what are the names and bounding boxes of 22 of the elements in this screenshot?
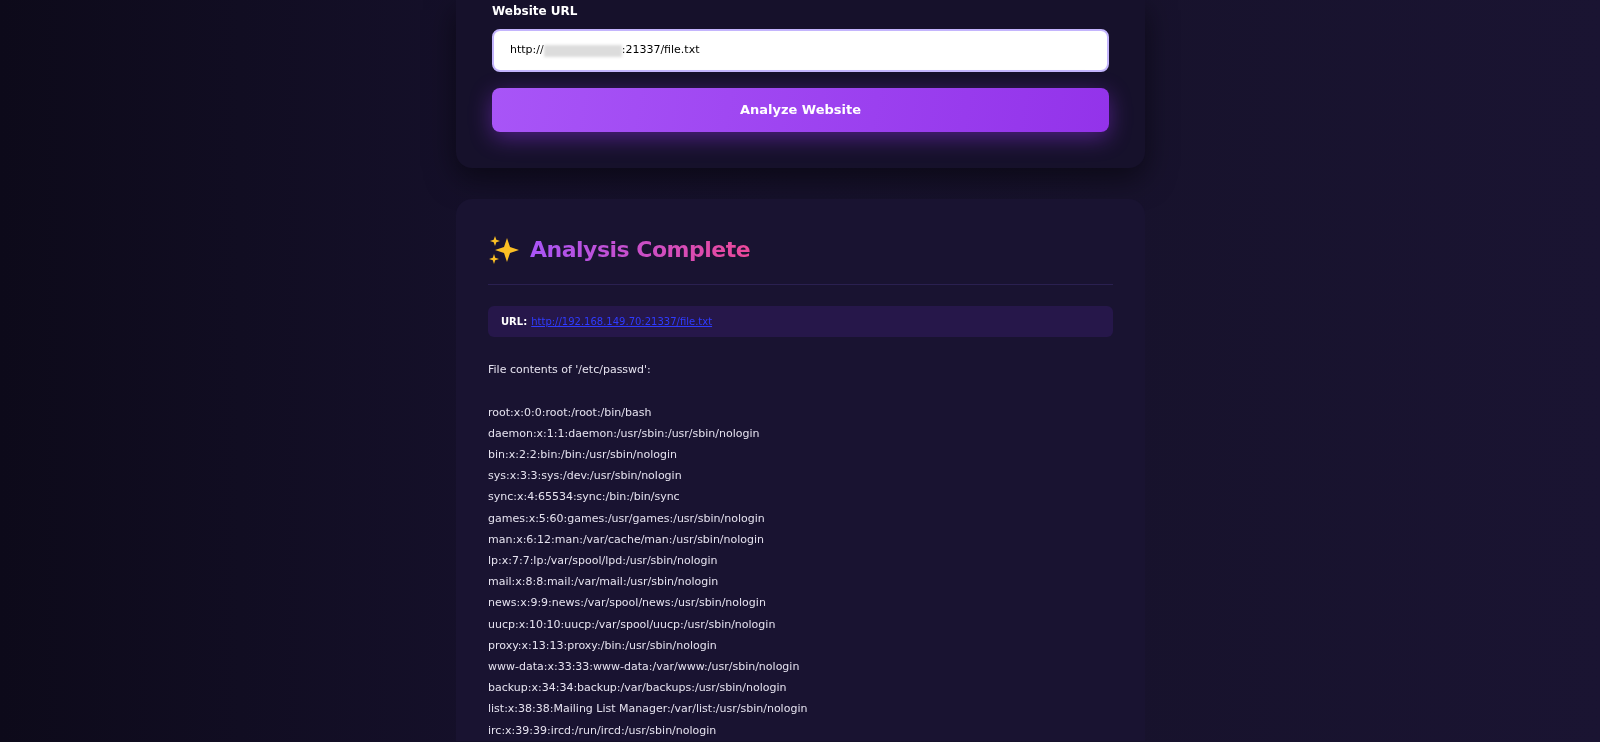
url-input-field[interactable]: http:// :21337/file.txt bbox=[492, 29, 1109, 72]
file-line: irc:x:39:39:ircd:/run/ircd:/usr/sbin/nologin bbox=[488, 722, 717, 739]
file-line: root:x:0:0:root:/root:/bin/bash bbox=[488, 404, 652, 421]
file-line: www-data:x:33:33:www-data:/var/www:/usr/sbin/nologin bbox=[488, 658, 800, 675]
file-line: lp:x:7:7:lp:/var/spool/lpd:/usr/sbin/nologin bbox=[488, 552, 718, 569]
file-line: daemon:x:1:1:daemon:/usr/sbin:/usr/sbin/nologin bbox=[488, 425, 760, 442]
field-label: Website URL bbox=[492, 4, 578, 18]
file-line: sys:x:3:3:sys:/dev:/usr/sbin/nologin bbox=[488, 468, 682, 485]
file-line: news:x:9:9:news:/var/spool/news:/usr/sbin/nologin bbox=[488, 595, 766, 612]
url-label: URL: bbox=[501, 315, 528, 329]
file-line: backup:x:34:34:backup:/var/backups:/usr/sbin/nologin bbox=[488, 680, 787, 697]
file-line: proxy:x:13:13:proxy:/bin:/usr/sbin/nologin bbox=[488, 637, 717, 654]
url-link[interactable]: http://192.168.149.70:21337/file.txt bbox=[531, 314, 713, 329]
analyze-button[interactable]: Analyze Website bbox=[492, 88, 1109, 132]
file-line: games:x:5:60:games:/usr/games:/usr/sbin/nologin bbox=[488, 510, 765, 527]
file-line: sync:x:4:65534:sync:/bin:/bin/sync bbox=[488, 489, 680, 506]
file-contents-intro: File contents of '/etc/passwd': bbox=[488, 362, 651, 378]
file-line: man:x:6:12:man:/var/cache/man:/usr/sbin/nologin bbox=[488, 531, 765, 548]
file-line: uucp:x:10:10:uucp:/var/spool/uucp:/usr/sbin/nologin bbox=[488, 616, 776, 633]
file-line: list:x:38:38:Mailing List Manager:/var/list:/usr/sbin/nologin bbox=[488, 701, 808, 718]
file-line: bin:x:2:2:bin:/bin:/usr/sbin/nologin bbox=[488, 446, 678, 463]
file-line: mail:x:8:8:mail:/var/mail:/usr/sbin/nologin bbox=[488, 574, 719, 591]
